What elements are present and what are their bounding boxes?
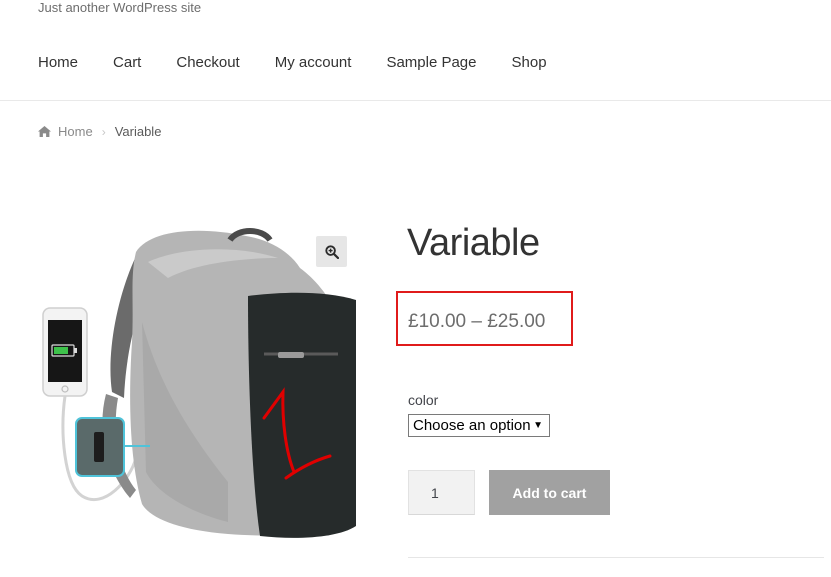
color-select[interactable]: Choose an option ▼ [408,414,550,437]
primary-nav: Home Cart Checkout My account Sample Pag… [38,53,582,73]
breadcrumb-home-link[interactable]: Home [38,124,93,139]
quantity-input[interactable]: 1 [408,470,475,515]
add-to-cart-button[interactable]: Add to cart [489,470,610,515]
dropdown-arrow-icon: ▼ [533,420,543,431]
product-image[interactable] [38,222,360,544]
nav-item-my-account[interactable]: My account [275,53,352,73]
nav-item-home[interactable]: Home [38,53,78,73]
breadcrumb-home-label: Home [58,124,93,139]
breadcrumb: Home › Variable [38,124,161,139]
chevron-right-icon: › [101,124,106,139]
color-select-value: Choose an option [413,417,531,434]
nav-item-shop[interactable]: Shop [512,53,547,73]
breadcrumb-current: Variable [114,124,162,139]
zoom-button[interactable] [316,236,347,267]
nav-item-checkout[interactable]: Checkout [176,53,239,73]
nav-item-cart[interactable]: Cart [113,53,141,73]
summary-divider [408,557,824,558]
product-price: £10.00 – £25.00 [408,311,546,332]
backpack-image [42,228,356,538]
home-icon [38,126,51,137]
header-divider [0,100,831,101]
nav-item-sample-page[interactable]: Sample Page [386,53,476,73]
product-title: Variable [407,222,540,264]
color-option-label: color [408,392,439,408]
zoom-icon [324,244,339,259]
site-tagline: Just another WordPress site [38,0,202,15]
